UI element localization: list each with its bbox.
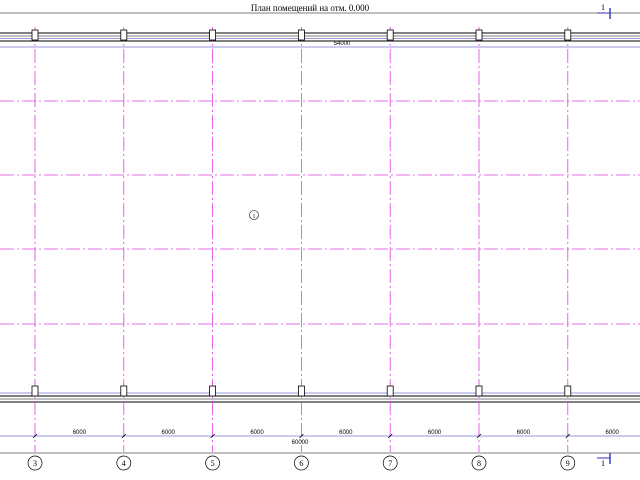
span-dimensions: 6000 6000 6000 6000 6000 6000 6000: [32, 430, 620, 439]
axis-label-7: 7: [388, 459, 392, 468]
column-bottom-3: [31, 385, 39, 397]
span-dimension-9: 6000: [606, 430, 620, 436]
floor-plan-canvas: 54000 3456789 6000 6000 6000 6000 6000 6000 60…: [0, 3, 640, 471]
column-top-5: [209, 29, 217, 41]
bottom-wall: [0, 392, 640, 403]
span-dimension-4: 6000: [162, 430, 176, 436]
span-dimension-3: 6000: [73, 430, 87, 436]
section-mark-bottom: 1: [597, 453, 611, 468]
axis-label-9: 9: [566, 459, 570, 468]
column-top-6: [297, 29, 305, 41]
horizontal-grid: [0, 100, 640, 325]
overall-dimension-bottom: 60000: [292, 440, 309, 446]
axis-label-8: 8: [477, 459, 481, 468]
column-top-8: [475, 29, 483, 41]
column-bottom-8: [475, 385, 483, 397]
column-bottom-4: [120, 385, 128, 397]
section-mark-top-label: 1: [601, 3, 605, 12]
room-number: 1: [253, 214, 256, 220]
axis-label-4: 4: [122, 459, 126, 468]
column-bottom-6: [297, 385, 305, 397]
top-wall: [0, 32, 640, 48]
axis-label-3: 3: [33, 459, 37, 468]
column-bottom-7: [386, 385, 394, 397]
axis-label-6: 6: [299, 459, 303, 468]
column-bottom-5: [209, 385, 217, 397]
section-mark-top: 1: [597, 3, 611, 19]
column-top-4: [120, 29, 128, 41]
section-mark-bottom-label: 1: [601, 459, 605, 468]
column-top-9: [564, 29, 572, 41]
room-marker: 1: [249, 210, 259, 220]
span-dimension-7: 6000: [428, 430, 442, 436]
column-bottom-9: [564, 385, 572, 397]
axis-lines: 3 4 5 6 7 8 9: [27, 27, 576, 471]
span-dimension-8: 6000: [517, 430, 531, 436]
overall-dimension-top: 54000: [334, 41, 351, 47]
column-top-7: [386, 29, 394, 41]
axis-label-5: 5: [211, 459, 215, 468]
span-dimension-5: 6000: [250, 430, 264, 436]
span-dimension-6: 6000: [339, 430, 353, 436]
column-top-3: [31, 29, 39, 41]
